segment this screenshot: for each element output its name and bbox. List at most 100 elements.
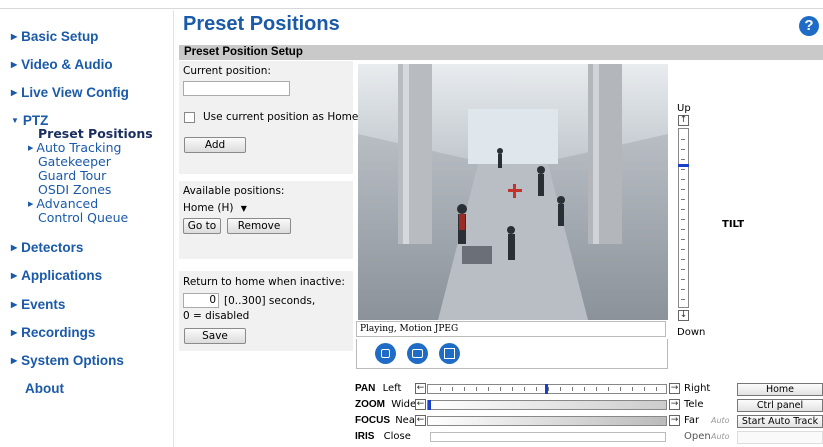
iris-close-label: Close bbox=[383, 431, 411, 442]
save-button[interactable]: Save bbox=[184, 328, 246, 344]
zoom-slider[interactable] bbox=[427, 400, 667, 410]
tilt-tick bbox=[681, 149, 685, 150]
current-position-input[interactable] bbox=[183, 81, 290, 96]
sidebar-item-preset-positions[interactable]: Preset Positions bbox=[38, 127, 153, 141]
section-title: Preset Position Setup bbox=[179, 45, 823, 60]
nav-detectors[interactable]: ▶ Detectors bbox=[11, 240, 83, 255]
focus-slider[interactable] bbox=[427, 416, 667, 426]
nav-video-audio[interactable]: ▶ Video & Audio bbox=[11, 57, 113, 72]
nav-events[interactable]: ▶ Events bbox=[11, 297, 65, 312]
chevron-right-icon: ▶ bbox=[11, 32, 18, 41]
tilt-tick bbox=[681, 269, 685, 270]
chevron-right-icon: ▶ bbox=[28, 200, 34, 208]
iris-slider[interactable] bbox=[430, 432, 666, 442]
return-home-range: [0..300] seconds, bbox=[224, 295, 316, 307]
live-video[interactable] bbox=[358, 64, 668, 320]
chevron-right-icon: ▶ bbox=[11, 243, 18, 252]
pan-tick bbox=[548, 387, 549, 391]
pan-tick bbox=[596, 387, 597, 391]
nav-recordings[interactable]: ▶ Recordings bbox=[11, 325, 95, 340]
pan-slider[interactable] bbox=[427, 384, 667, 394]
pan-tick bbox=[560, 387, 561, 391]
tilt-tick bbox=[681, 289, 685, 290]
zoom-thumb[interactable] bbox=[428, 400, 431, 410]
sidebar-item-gatekeeper[interactable]: Gatekeeper bbox=[38, 155, 111, 169]
tilt-tick bbox=[681, 229, 685, 230]
tilt-tick bbox=[681, 179, 685, 180]
remove-button[interactable]: Remove bbox=[227, 218, 291, 234]
return-home-input[interactable]: 0 bbox=[183, 293, 219, 308]
pan-tick bbox=[644, 387, 645, 391]
return-home-panel: Return to home when inactive: 0 [0..300]… bbox=[179, 271, 353, 351]
nav-label: Applications bbox=[21, 268, 103, 283]
focus-far-label: Far bbox=[684, 415, 700, 426]
current-position-label: Current position: bbox=[183, 65, 271, 77]
sidebar-item-auto-tracking[interactable]: ▶ Auto Tracking bbox=[28, 141, 121, 155]
sidebar-item-advanced[interactable]: ▶ Advanced bbox=[28, 196, 99, 211]
nav-live-view-config[interactable]: ▶ Live View Config bbox=[11, 85, 129, 100]
nav-applications[interactable]: ▶ Applications bbox=[11, 268, 102, 283]
pan-tick bbox=[512, 387, 513, 391]
home-button[interactable]: Home bbox=[737, 383, 823, 396]
chevron-down-icon: ▼ bbox=[11, 116, 19, 125]
zoom-tele-arrow-icon[interactable]: → bbox=[669, 399, 680, 410]
pan-tick bbox=[632, 387, 633, 391]
nav-label: System Options bbox=[21, 353, 124, 368]
pan-tick bbox=[620, 387, 621, 391]
pan-label: PAN bbox=[355, 383, 376, 394]
goto-button[interactable]: Go to bbox=[183, 218, 221, 234]
nav-basic-setup[interactable]: ▶ Basic Setup bbox=[11, 29, 98, 44]
tilt-down-label: Down bbox=[677, 327, 706, 338]
sidebar-item-osdi-zones[interactable]: OSDI Zones bbox=[38, 183, 111, 197]
nav-label: Live View Config bbox=[21, 85, 129, 100]
page-title: Preset Positions bbox=[183, 13, 340, 35]
nav-label: Advanced bbox=[36, 196, 99, 211]
pan-tick bbox=[524, 387, 525, 391]
iris-row: IRIS Close bbox=[355, 431, 411, 442]
chevron-right-icon: ▶ bbox=[28, 144, 34, 152]
focus-auto-label[interactable]: Auto bbox=[711, 416, 730, 425]
pan-left-label: Left bbox=[382, 383, 402, 394]
pan-right-arrow-icon[interactable]: → bbox=[669, 383, 680, 394]
help-icon[interactable]: ? bbox=[799, 16, 819, 36]
selected-position: Home (H) bbox=[183, 202, 234, 214]
tilt-up-arrow-icon[interactable]: ↑ bbox=[678, 115, 689, 126]
iris-auto-label[interactable]: Auto bbox=[711, 432, 730, 441]
tilt-tick bbox=[681, 219, 685, 220]
disabled-button bbox=[737, 431, 823, 444]
pan-tick bbox=[488, 387, 489, 391]
nav-system-options[interactable]: ▶ System Options bbox=[11, 353, 124, 368]
pan-tick bbox=[584, 387, 585, 391]
tilt-tick bbox=[681, 189, 685, 190]
image-icon bbox=[444, 348, 455, 359]
sidebar-item-control-queue[interactable]: Control Queue bbox=[38, 211, 128, 225]
return-home-label: Return to home when inactive: bbox=[183, 276, 345, 288]
tilt-tick bbox=[681, 139, 685, 140]
available-positions-select[interactable]: Home (H) ▼ bbox=[183, 201, 255, 216]
pan-left-arrow-icon[interactable]: ← bbox=[415, 383, 426, 394]
sidebar-item-guard-tour[interactable]: Guard Tour bbox=[38, 169, 106, 183]
iris-open-label: Open bbox=[684, 431, 711, 442]
focus-far-arrow-icon[interactable]: → bbox=[669, 415, 680, 426]
zoom-wide-arrow-icon[interactable]: ← bbox=[415, 399, 426, 410]
tilt-tick bbox=[681, 279, 685, 280]
focus-near-arrow-icon[interactable]: ← bbox=[415, 415, 426, 426]
nav-about[interactable]: About bbox=[25, 381, 64, 396]
tilt-tick bbox=[681, 159, 685, 160]
start-auto-track-button[interactable]: Start Auto Track bbox=[737, 415, 823, 428]
nav-label: Video & Audio bbox=[21, 57, 113, 72]
nav-label: Detectors bbox=[21, 240, 84, 255]
add-button[interactable]: Add bbox=[184, 137, 246, 153]
tilt-down-arrow-icon[interactable]: ↓ bbox=[678, 310, 689, 321]
ctrl-panel-button[interactable]: Ctrl panel bbox=[737, 399, 823, 412]
snapshot-button[interactable] bbox=[407, 343, 428, 364]
view-size-button[interactable] bbox=[439, 343, 460, 364]
pan-tick bbox=[476, 387, 477, 391]
live-video-image bbox=[358, 64, 668, 320]
tilt-thumb[interactable] bbox=[678, 163, 689, 167]
use-as-home-checkbox[interactable] bbox=[184, 112, 195, 123]
tilt-slider[interactable] bbox=[678, 128, 689, 308]
tilt-tick bbox=[681, 239, 685, 240]
tilt-tick bbox=[681, 259, 685, 260]
stop-button[interactable] bbox=[375, 343, 396, 364]
